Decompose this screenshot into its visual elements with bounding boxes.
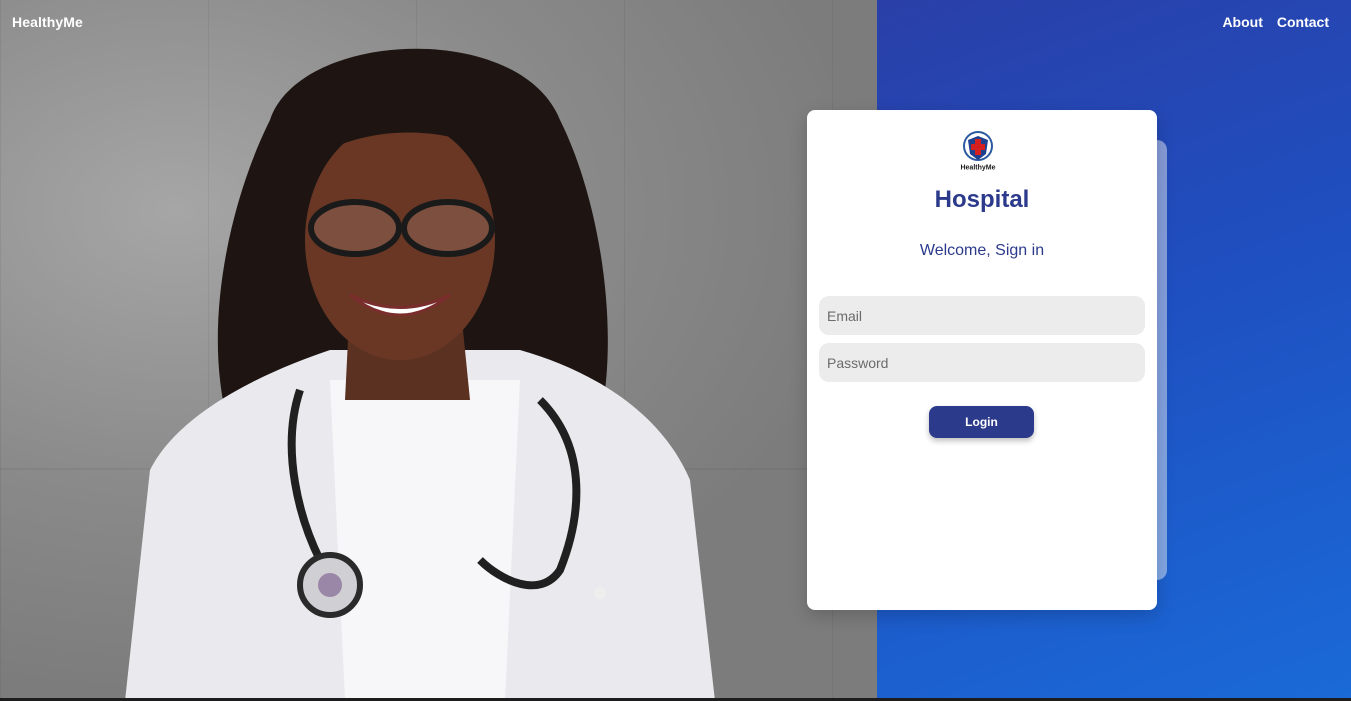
nav-link-about[interactable]: About [1222, 14, 1262, 30]
login-button[interactable]: Login [929, 406, 1034, 438]
nav-link-contact[interactable]: Contact [1277, 14, 1329, 30]
logo-text: HealthyMe [960, 165, 995, 172]
healthyme-logo-icon: HealthyMe [960, 131, 996, 172]
card-subtitle: Welcome, Sign in [919, 242, 1045, 259]
login-card: HealthyMe Hospital Welcome, Sign in Logi… [807, 110, 1157, 610]
login-page: HealthyMe About Contact HealthyMe Hospit… [0, 0, 1351, 701]
doctor-illustration [125, 48, 715, 701]
top-nav: About Contact [1222, 14, 1329, 30]
email-input[interactable] [819, 296, 1145, 335]
hero-photo [0, 0, 877, 701]
card-title: Hospital [934, 186, 1030, 213]
brand-logo-text[interactable]: HealthyMe [12, 14, 83, 30]
password-input[interactable] [819, 343, 1145, 382]
